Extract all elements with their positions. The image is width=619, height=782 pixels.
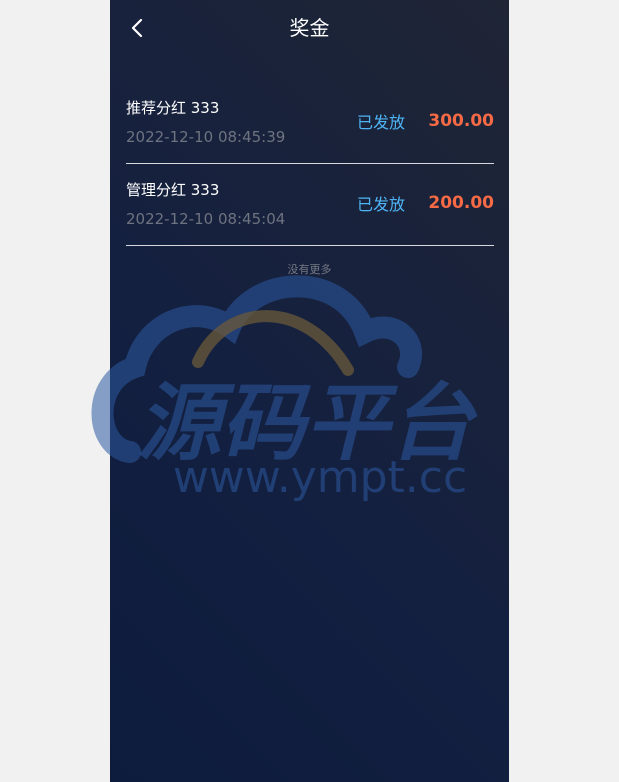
bonus-status: 已发放	[356, 113, 405, 132]
nav-header: 奖金	[110, 0, 509, 56]
bonus-time: 2022-12-10 08:45:04	[126, 210, 286, 228]
bonus-amount: 200.00	[428, 193, 494, 213]
bonus-time: 2022-12-10 08:45:39	[126, 128, 286, 146]
no-more-label: 没有更多	[287, 263, 332, 276]
bonus-row[interactable]: 管理分红 333 2022-12-10 08:45:04 已发放 200.00	[126, 164, 494, 246]
bonus-name: 管理分红 333	[126, 181, 220, 199]
bonus-list: 推荐分红 333 2022-12-10 08:45:39 已发放 300.00 …	[126, 82, 494, 246]
bonus-status: 已发放	[356, 195, 405, 214]
bonus-name: 推荐分红 333	[126, 99, 220, 117]
phone-screen: 奖金 推荐分红 333 2022-12-10 08:45:39 已发放 300.…	[110, 0, 509, 782]
bonus-amount: 300.00	[428, 111, 494, 131]
bonus-row[interactable]: 推荐分红 333 2022-12-10 08:45:39 已发放 300.00	[126, 82, 494, 164]
page-title: 奖金	[289, 16, 330, 40]
